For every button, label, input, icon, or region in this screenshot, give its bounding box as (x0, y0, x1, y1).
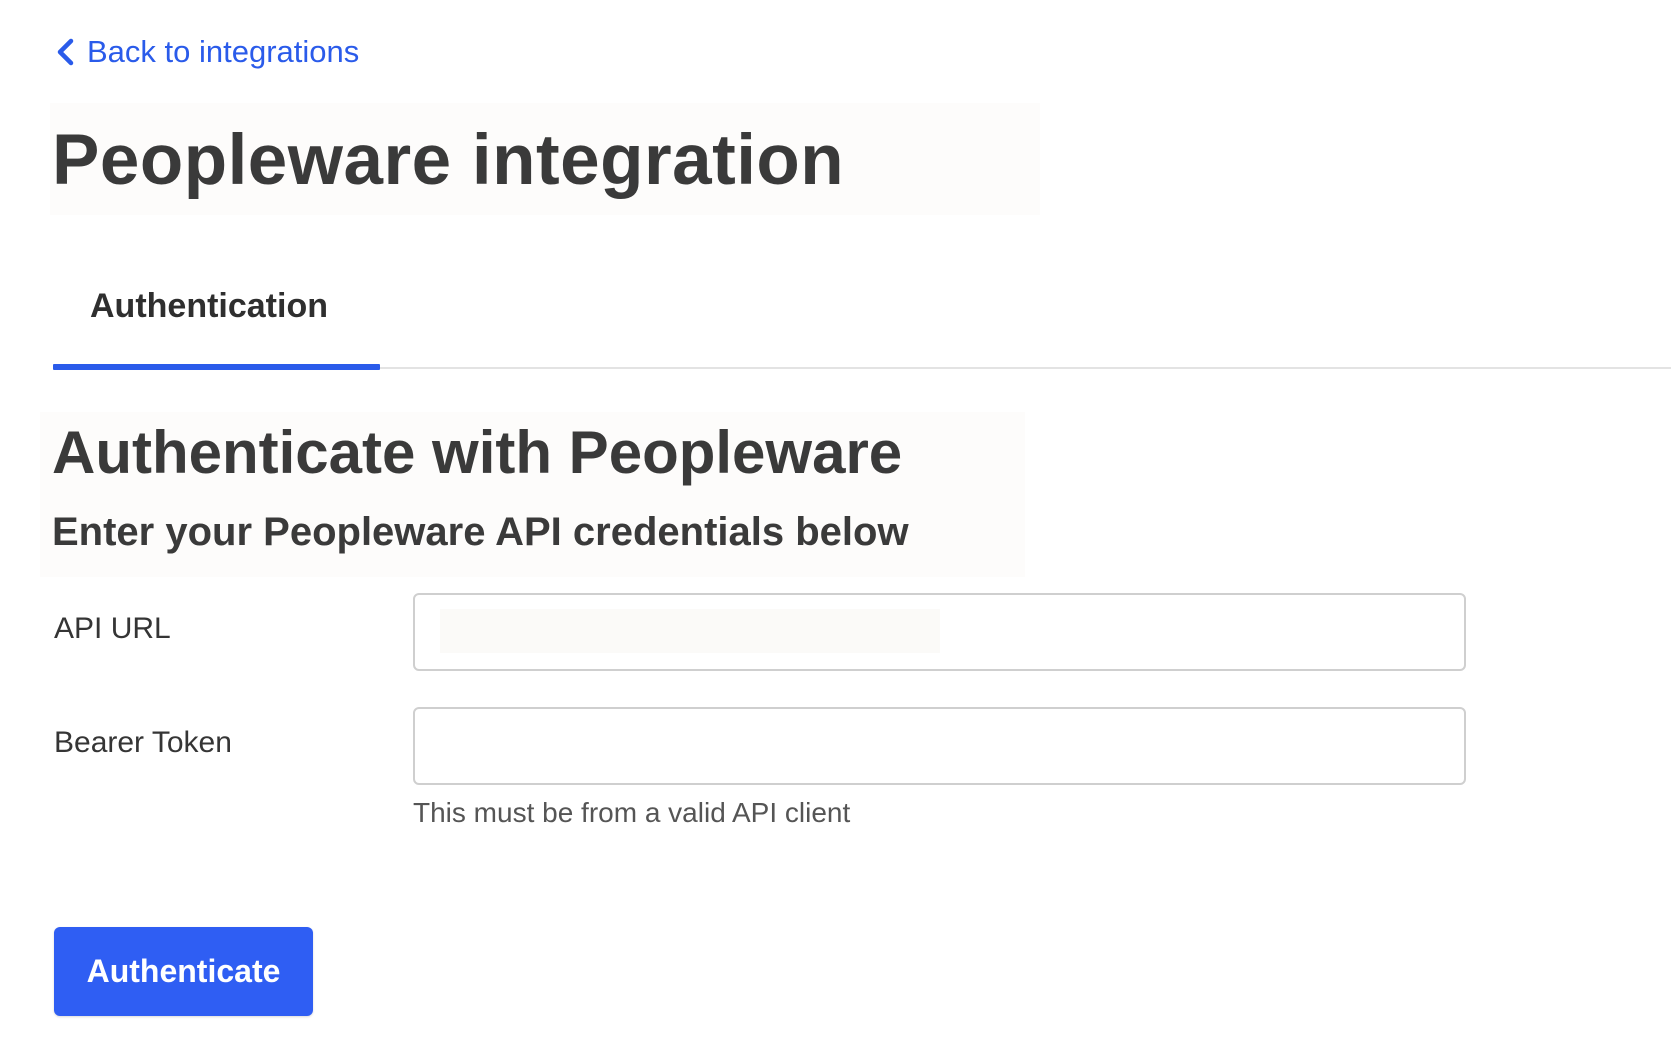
bearer-token-input[interactable] (413, 707, 1466, 785)
bearer-token-label: Bearer Token (54, 726, 232, 759)
bearer-token-help-text: This must be from a valid API client (413, 797, 851, 828)
tab-authentication[interactable]: Authentication (53, 270, 380, 370)
integration-page: Back to integrations Peopleware integrat… (0, 0, 1671, 1050)
active-tab-indicator (53, 364, 380, 370)
page-title: Peopleware integration (52, 121, 845, 200)
tab-bar: Authentication (53, 270, 1671, 370)
section-subtitle: Enter your Peopleware API credentials be… (52, 510, 909, 554)
back-link-label: Back to integrations (87, 34, 360, 69)
chevron-left-icon (53, 37, 79, 67)
api-url-input[interactable] (413, 593, 1466, 671)
tab-label: Authentication (90, 287, 328, 325)
authenticate-button[interactable]: Authenticate (54, 927, 313, 1016)
api-url-label: API URL (54, 612, 171, 645)
back-to-integrations-link[interactable]: Back to integrations (53, 34, 359, 70)
section-title: Authenticate with Peopleware (52, 419, 903, 486)
